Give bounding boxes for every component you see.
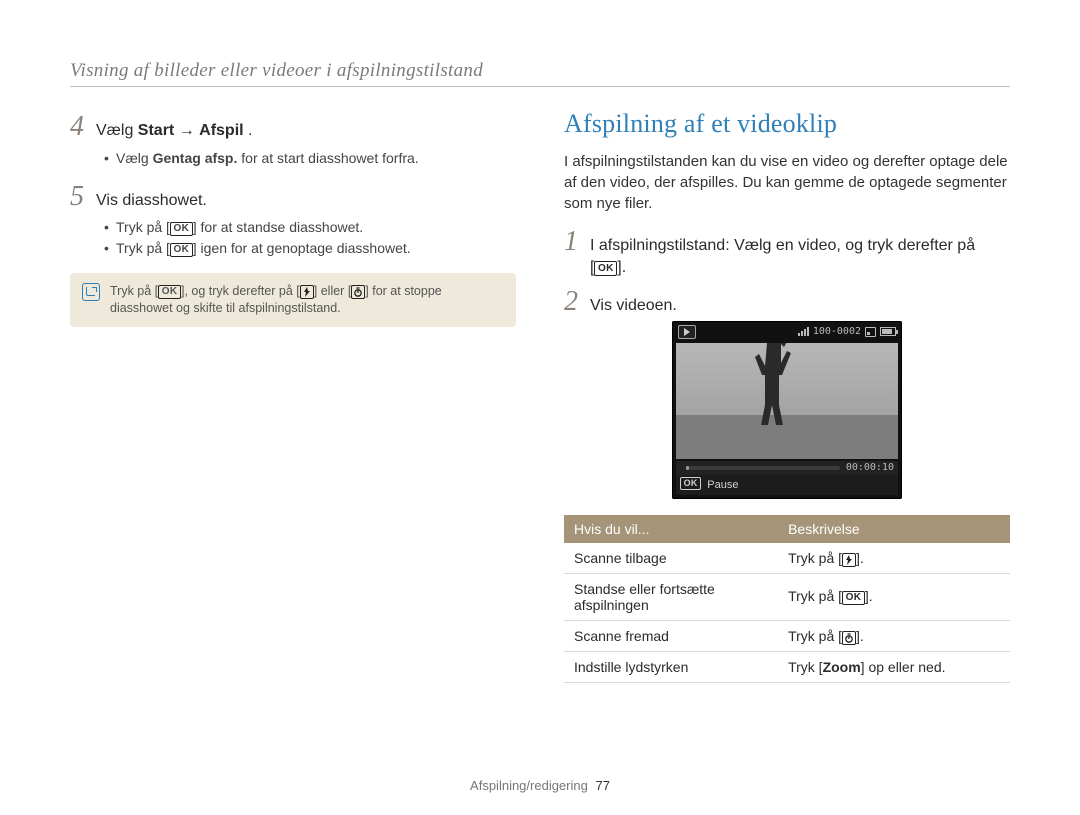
- note-text: Tryk på [OK], og tryk derefter på [ ] ell…: [110, 283, 504, 317]
- list-item: Tryk på [OK] for at standse diasshowet.: [104, 217, 516, 238]
- ok-icon: OK: [594, 261, 617, 275]
- screen-progress-strip: 00:00:10: [676, 461, 898, 475]
- two-column-layout: 4 Vælg Start → Afspil . Vælg Gentag afsp…: [70, 109, 1010, 683]
- left-column: 4 Vælg Start → Afspil . Vælg Gentag afsp…: [70, 109, 516, 683]
- desc-pre: Tryk [: [788, 659, 822, 675]
- note-mid1: ], og tryk derefter på [: [181, 284, 300, 298]
- screenshot-wrap: 100-0002: [564, 321, 1010, 499]
- table-header-row: Hvis du vil... Beskrivelse: [564, 515, 1010, 543]
- bullet-post: ] igen for at genoptage diasshowet.: [193, 240, 411, 256]
- bullet-prefix: Vælg: [116, 150, 153, 166]
- table-row: Scanne fremad Tryk på [].: [564, 620, 1010, 651]
- bullet-pre: Tryk på [: [116, 240, 170, 256]
- cell-desc: Tryk på [OK].: [778, 573, 1010, 620]
- desc-post: ].: [856, 628, 864, 644]
- screen-top-bar: 100-0002: [676, 325, 898, 341]
- desc-bold: Zoom: [823, 659, 861, 675]
- bullet-pre: Tryk på [: [116, 219, 170, 235]
- desc-pre: Tryk på [: [788, 628, 842, 644]
- note-box: Tryk på [OK], og tryk derefter på [ ] ell…: [70, 273, 516, 327]
- step-4: 4 Vælg Start → Afspil .: [70, 113, 516, 142]
- controls-table: Hvis du vil... Beskrivelse Scanne tilbag…: [564, 515, 1010, 683]
- camera-screen: 100-0002: [672, 321, 902, 499]
- person-silhouette: [747, 343, 801, 427]
- note-icon: [82, 283, 100, 301]
- step4-arrow: →: [174, 122, 199, 139]
- play-mode-icon: [678, 325, 696, 339]
- screen-top-right: 100-0002: [798, 326, 896, 337]
- step-1: 1 I afspilningstilstand: Vælg en video, …: [564, 228, 1010, 278]
- step-number: 5: [70, 183, 96, 211]
- signal-icon: [798, 327, 809, 336]
- bullet-suffix: for at start diasshowet forfra.: [237, 150, 418, 166]
- progress-bar: [686, 466, 840, 470]
- footer-section: Afspilning/redigering: [470, 778, 588, 793]
- list-item: Tryk på [OK] igen for at genoptage diass…: [104, 238, 516, 259]
- step4-prefix: Vælg: [96, 122, 138, 139]
- cell-action: Scanne tilbage: [564, 543, 778, 574]
- manual-page: Visning af billeder eller videoer i afsp…: [0, 0, 1080, 815]
- desc-post: ].: [865, 588, 873, 604]
- step-5: 5 Vis diasshowet.: [70, 183, 516, 212]
- note-mid2: ] eller [: [314, 284, 352, 298]
- file-counter: 100-0002: [813, 326, 861, 337]
- elapsed-time: 00:00:10: [846, 462, 894, 473]
- table-row: Indstille lydstyrken Tryk [Zoom] op elle…: [564, 651, 1010, 682]
- desc-post: ] op eller ned.: [861, 659, 946, 675]
- pause-label: Pause: [707, 479, 738, 491]
- table-row: Standse eller fortsætte afspilningen Try…: [564, 573, 1010, 620]
- step-number: 2: [564, 288, 590, 316]
- bullet-post: ] for at standse diasshowet.: [193, 219, 363, 235]
- step5-bullets: Tryk på [OK] for at standse diasshowet. …: [104, 217, 516, 259]
- th-action: Hvis du vil...: [564, 515, 778, 543]
- step1-bracket-close: ].: [617, 259, 626, 276]
- cell-desc: Tryk på [].: [778, 543, 1010, 574]
- step-2: 2 Vis videoen.: [564, 288, 1010, 317]
- step1-line1: I afspilningstilstand: Vælg en video, og…: [590, 237, 975, 254]
- step-number: 1: [564, 228, 590, 256]
- flash-icon: [300, 285, 314, 299]
- ok-icon: OK: [170, 243, 193, 257]
- bullet-bold: Gentag afsp.: [153, 150, 238, 166]
- step4-bold2: Afspil: [199, 122, 243, 139]
- screen-bottom-bar: OK Pause: [676, 475, 898, 495]
- ok-icon: OK: [680, 477, 701, 490]
- step-text: I afspilningstilstand: Vælg en video, og…: [590, 233, 975, 278]
- right-column: Afspilning af et videoklip I afspilnings…: [564, 109, 1010, 683]
- cell-action: Standse eller fortsætte afspilningen: [564, 573, 778, 620]
- cell-action: Scanne fremad: [564, 620, 778, 651]
- ok-icon: OK: [158, 285, 181, 299]
- battery-icon: [880, 327, 896, 336]
- step4-suffix: .: [244, 122, 253, 139]
- note-pre: Tryk på [: [110, 284, 158, 298]
- footer: Afspilning/redigering 77: [0, 778, 1080, 793]
- step4-bold1: Start: [138, 122, 174, 139]
- timer-icon: [351, 285, 365, 299]
- cell-desc: Tryk på [].: [778, 620, 1010, 651]
- desc-pre: Tryk på [: [788, 550, 842, 566]
- list-item: Vælg Gentag afsp. for at start diasshowe…: [104, 148, 516, 169]
- section-heading: Afspilning af et videoklip: [564, 109, 1010, 139]
- step-text: Vis videoen.: [590, 293, 677, 317]
- desc-pre: Tryk på [: [788, 588, 842, 604]
- ok-icon: OK: [842, 591, 865, 605]
- cell-desc: Tryk [Zoom] op eller ned.: [778, 651, 1010, 682]
- screen-body: [676, 343, 898, 459]
- flash-icon: [842, 553, 856, 567]
- timer-icon: [842, 631, 856, 645]
- intro-paragraph: I afspilningstilstanden kan du vise en v…: [564, 151, 1010, 214]
- th-description: Beskrivelse: [778, 515, 1010, 543]
- step-text: Vis diasshowet.: [96, 188, 207, 212]
- page-number: 77: [595, 778, 609, 793]
- step4-bullets: Vælg Gentag afsp. for at start diasshowe…: [104, 148, 516, 169]
- table-row: Scanne tilbage Tryk på [].: [564, 543, 1010, 574]
- cell-action: Indstille lydstyrken: [564, 651, 778, 682]
- step-number: 4: [70, 113, 96, 141]
- desc-post: ].: [856, 550, 864, 566]
- card-icon: [865, 327, 876, 337]
- ok-icon: OK: [170, 222, 193, 236]
- step-text: Vælg Start → Afspil .: [96, 118, 252, 142]
- breadcrumb: Visning af billeder eller videoer i afsp…: [70, 60, 1010, 87]
